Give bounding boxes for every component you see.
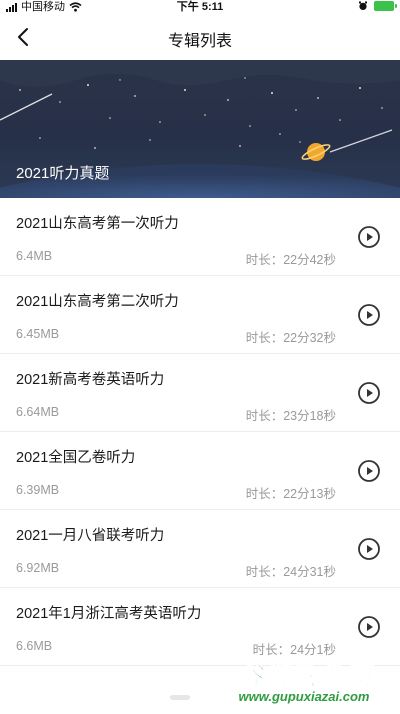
item-size: 6.39MB	[16, 483, 60, 497]
item-size: 6.64MB	[16, 405, 60, 419]
status-right	[358, 1, 397, 11]
item-title: 2021全国乙卷听力	[16, 450, 136, 466]
play-circle-icon[interactable]	[357, 459, 381, 483]
item-title: 2021山东高考第二次听力	[16, 294, 179, 310]
item-title: 2021年1月浙江高考英语听力	[16, 606, 202, 622]
album-list: 2021山东高考第一次听力 6.4MB 时长：22分42秒 2021山东高考第二…	[0, 198, 400, 666]
item-duration: 时长：22分32秒	[245, 331, 336, 345]
alarm-icon	[359, 1, 367, 10]
status-time: 下午 5:11	[176, 1, 224, 13]
play-circle-icon[interactable]	[357, 615, 381, 639]
site-watermark: 谷普软件园 www.gupuxiazai.com	[214, 656, 394, 710]
item-size: 6.45MB	[16, 327, 60, 341]
status-bar: 中国移动 下午 5:11	[0, 0, 400, 14]
home-indicator	[170, 695, 190, 700]
item-duration: 时长：23分18秒	[245, 409, 336, 423]
list-item[interactable]: 2021年1月浙江高考英语听力 6.6MB 时长：24分1秒	[0, 588, 400, 666]
item-duration: 时长：22分13秒	[245, 487, 336, 501]
banner-title: 2021听力真题	[16, 165, 110, 182]
album-banner: 2021听力真题	[0, 60, 400, 198]
page-title: 专辑列表	[167, 33, 232, 50]
play-circle-icon[interactable]	[357, 225, 381, 249]
watermark-name: 谷普软件园	[236, 661, 372, 692]
watermark-url: www.gupuxiazai.com	[238, 689, 370, 704]
planet-icon	[301, 143, 331, 161]
list-item[interactable]: 2021一月八省联考听力 6.92MB 时长：24分31秒	[0, 510, 400, 588]
battery-icon	[374, 1, 397, 11]
item-size: 6.92MB	[16, 561, 60, 575]
nav-bar: 专辑列表	[0, 14, 400, 60]
item-size: 6.6MB	[16, 639, 53, 653]
item-duration: 时长：24分31秒	[245, 565, 336, 579]
play-circle-icon[interactable]	[357, 381, 381, 405]
item-title: 2021山东高考第一次听力	[16, 216, 179, 232]
list-item[interactable]: 2021全国乙卷听力 6.39MB 时长：22分13秒	[0, 432, 400, 510]
list-item[interactable]: 2021山东高考第二次听力 6.45MB 时长：22分32秒	[0, 276, 400, 354]
play-circle-icon[interactable]	[357, 537, 381, 561]
item-duration: 时长：22分42秒	[245, 253, 336, 267]
play-circle-icon[interactable]	[357, 303, 381, 327]
item-size: 6.4MB	[16, 249, 53, 263]
list-item[interactable]: 2021山东高考第一次听力 6.4MB 时长：22分42秒	[0, 198, 400, 276]
list-item[interactable]: 2021新高考卷英语听力 6.64MB 时长：23分18秒	[0, 354, 400, 432]
item-title: 2021新高考卷英语听力	[16, 372, 165, 388]
item-title: 2021一月八省联考听力	[16, 528, 165, 544]
